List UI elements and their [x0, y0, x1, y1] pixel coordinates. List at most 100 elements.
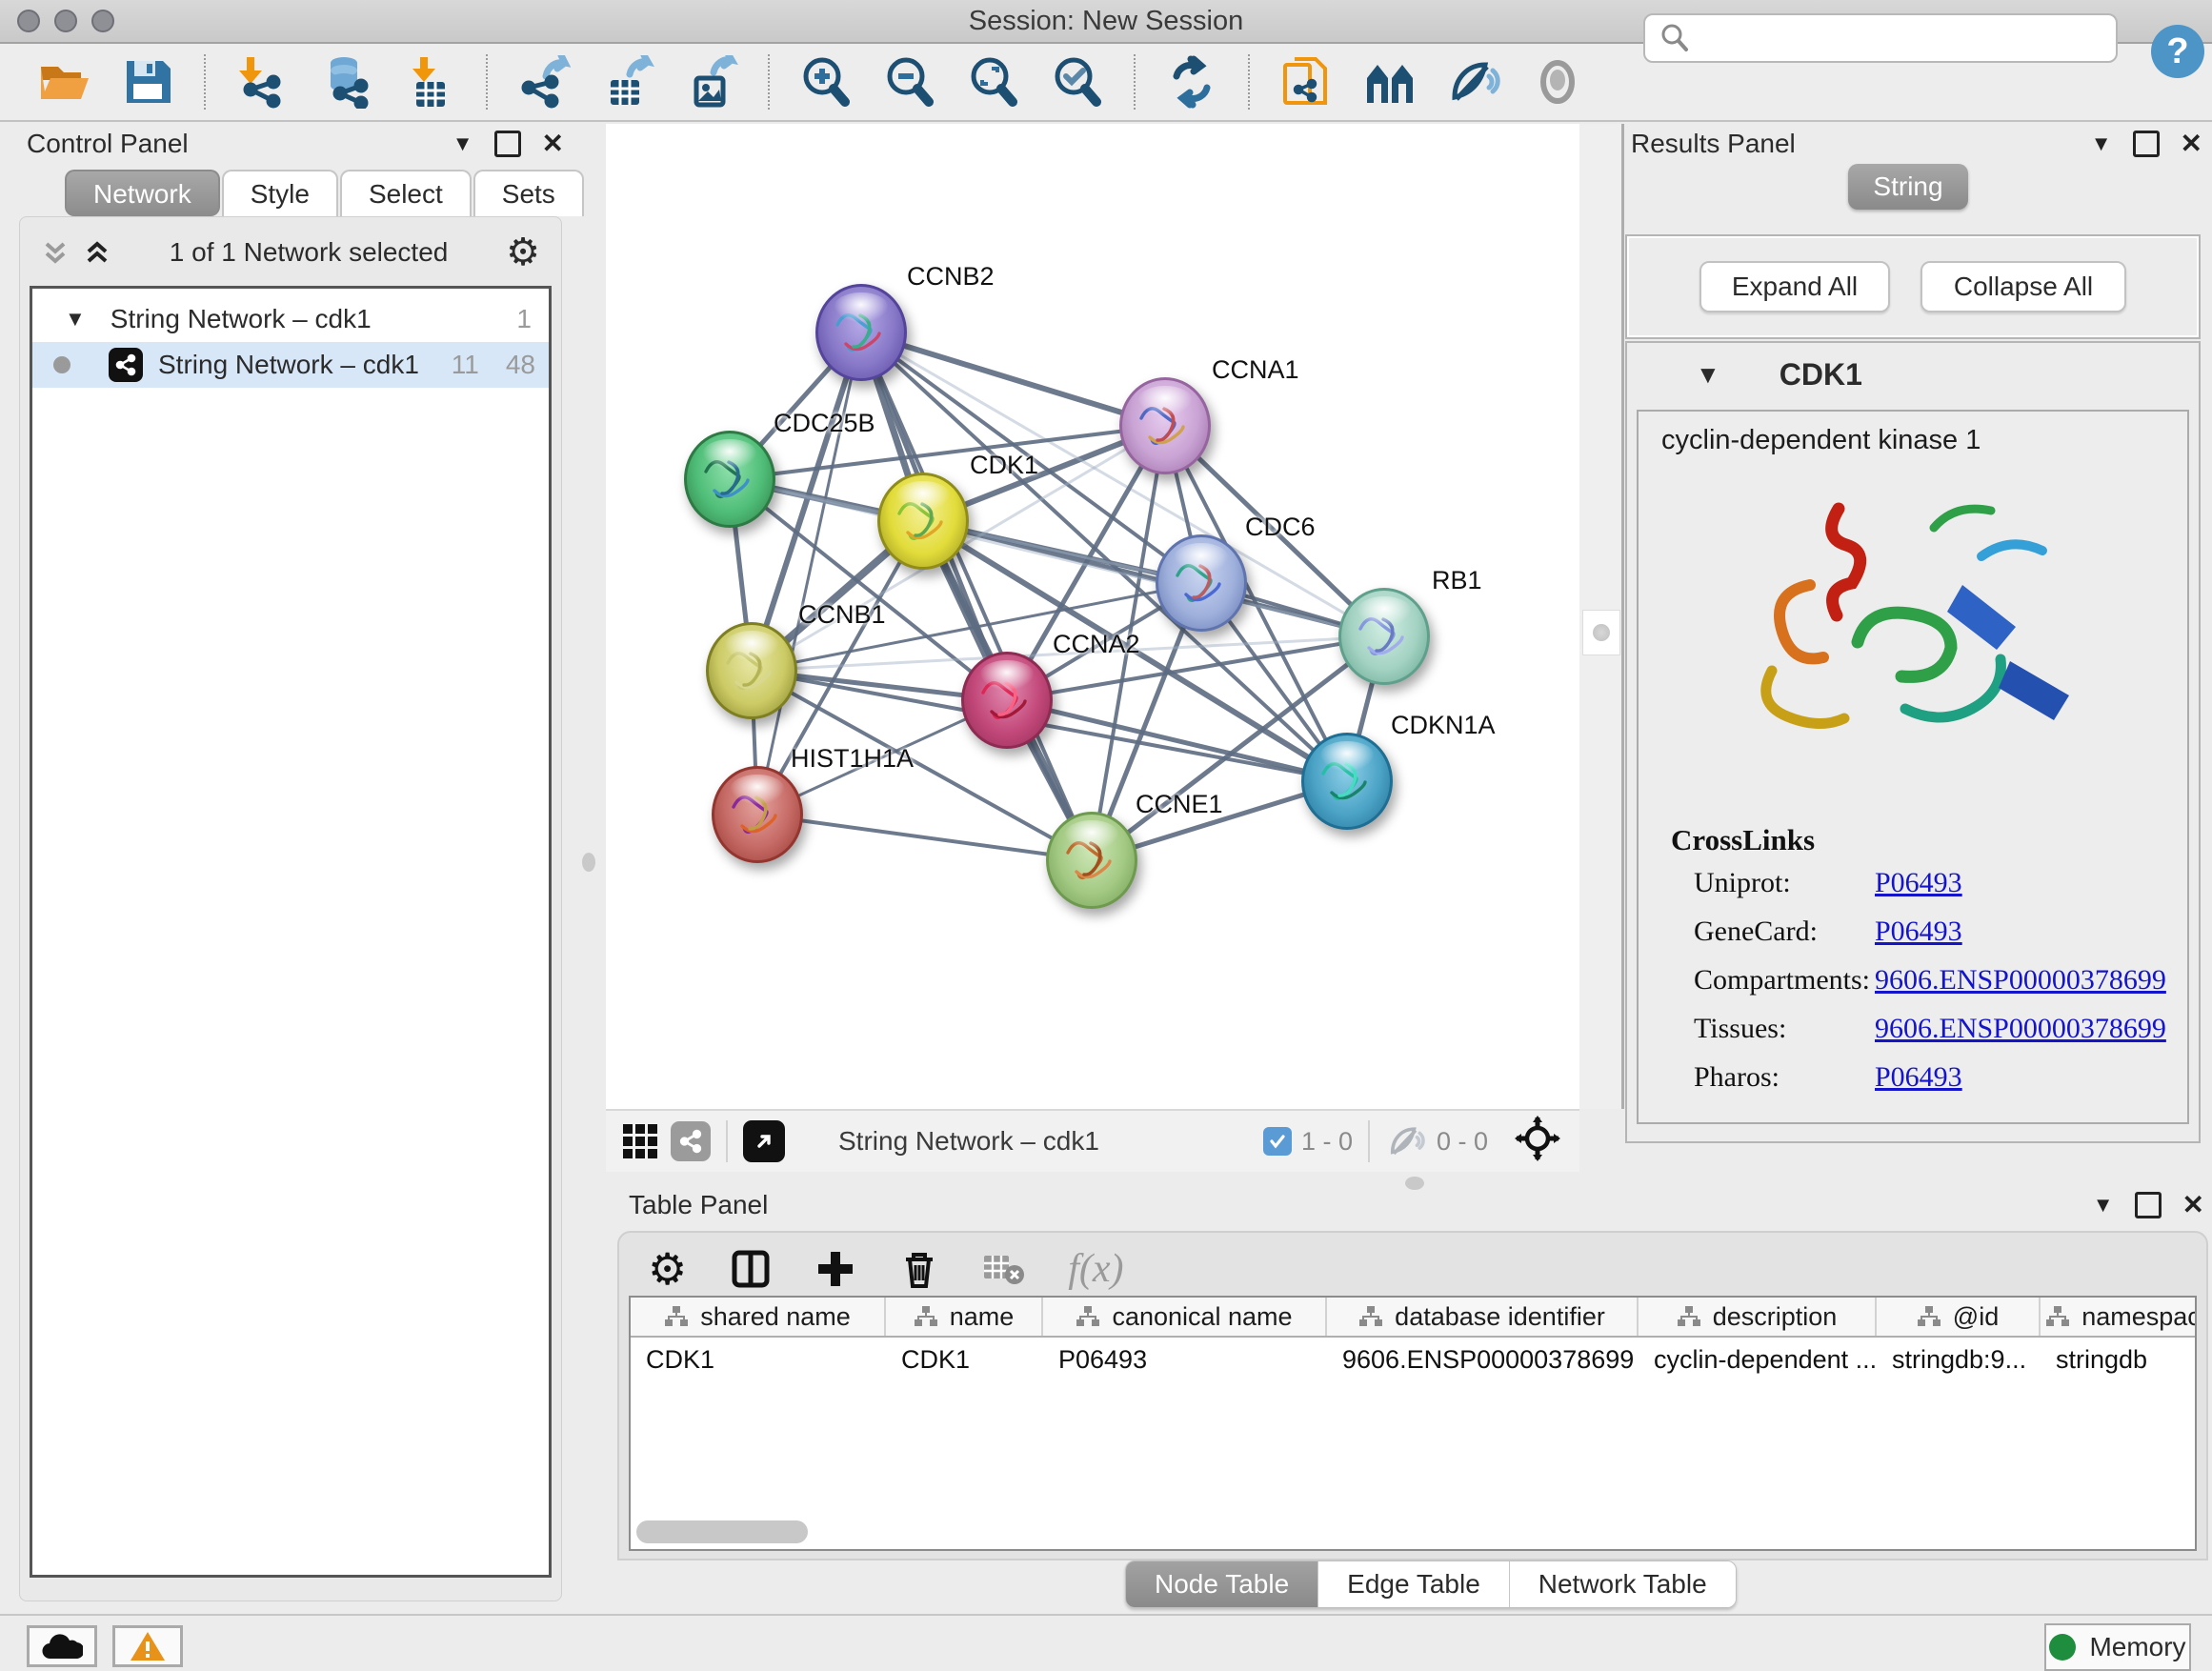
edge-HIST1H1A-CCNE1[interactable] [757, 815, 1092, 860]
node-label-RB1: RB1 [1432, 566, 1482, 595]
tab-select[interactable]: Select [340, 170, 472, 216]
network-options-gear-icon[interactable]: ⚙ [506, 231, 540, 274]
float-panel-icon[interactable]: ▼ [452, 131, 473, 156]
export-table-icon[interactable] [600, 54, 655, 110]
apply-layout-icon[interactable] [1164, 54, 1219, 110]
zoom-in-icon[interactable] [798, 54, 854, 110]
column-header-shared-name[interactable]: shared name [631, 1298, 886, 1336]
grid-mode-icon[interactable] [623, 1124, 657, 1158]
warnings-button[interactable] [112, 1625, 183, 1667]
column-header-name[interactable]: name [886, 1298, 1043, 1336]
network-node-CCNA1[interactable] [1119, 377, 1211, 474]
network-node-CDC25B[interactable] [684, 431, 775, 528]
network-view-canvas[interactable]: CCNB2 CCNA1 CDC25B CDK1 [606, 124, 1579, 1109]
right-splitter-handle[interactable] [1582, 610, 1620, 655]
tab-node-table[interactable]: Node Table [1126, 1561, 1318, 1607]
import-network-file-icon[interactable] [234, 54, 290, 110]
cloud-status-button[interactable] [27, 1625, 97, 1667]
tab-edge-table[interactable]: Edge Table [1318, 1561, 1510, 1607]
memory-button[interactable]: Memory [2044, 1623, 2191, 1671]
help-icon[interactable]: ? [2151, 25, 2204, 78]
zoom-out-icon[interactable] [882, 54, 937, 110]
left-splitter-handle[interactable] [575, 843, 602, 881]
add-column-icon[interactable] [814, 1248, 856, 1290]
network-node-RB1[interactable] [1338, 588, 1430, 685]
close-panel-icon[interactable]: ✕ [2182, 1189, 2204, 1220]
export-network-icon[interactable] [516, 54, 572, 110]
table-cell[interactable]: P06493 [1043, 1338, 1327, 1381]
table-cell[interactable]: CDK1 [886, 1338, 1043, 1381]
zoom-selected-icon[interactable] [1050, 54, 1105, 110]
show-all-icon[interactable] [1530, 54, 1585, 110]
table-cell[interactable]: cyclin-dependent ... [1639, 1338, 1877, 1381]
close-panel-icon[interactable]: ✕ [2181, 128, 2202, 159]
zoom-fit-icon[interactable] [966, 54, 1021, 110]
birdseye-toggle-icon[interactable] [1515, 1116, 1560, 1168]
expand-all-button[interactable]: Expand All [1699, 261, 1890, 312]
network-node-CCNE1[interactable] [1046, 812, 1137, 909]
network-node-CDK1[interactable] [877, 473, 969, 570]
table-row[interactable]: CDK1CDK1P064939606.ENSP00000378699cyclin… [631, 1338, 2195, 1381]
table-options-gear-icon[interactable]: ⚙ [648, 1243, 687, 1295]
birdseye-view-icon[interactable] [1362, 54, 1418, 110]
crosslink-link[interactable]: 9606.ENSP00000378699 [1875, 1013, 2166, 1045]
network-node-CCNA2[interactable] [961, 652, 1053, 749]
gene-section-header[interactable]: ▼ CDK1 [1627, 343, 2199, 406]
column-header-description[interactable]: description [1639, 1298, 1877, 1336]
tab-string[interactable]: String [1848, 164, 1968, 210]
crosslink-link[interactable]: 9606.ENSP00000378699 [1875, 964, 2166, 997]
network-row[interactable]: String Network – cdk1 11 48 [32, 342, 549, 388]
expand-all-networks-icon[interactable] [83, 238, 111, 267]
tab-sets[interactable]: Sets [473, 170, 584, 216]
crosslink-link[interactable]: P06493 [1875, 867, 1962, 899]
network-node-CDC6[interactable] [1156, 534, 1247, 632]
function-builder-icon[interactable]: f(x) [1068, 1246, 1123, 1292]
column-header-namespace[interactable]: namespace [2041, 1298, 2197, 1336]
network-node-HIST1H1A[interactable] [712, 766, 803, 863]
tab-network[interactable]: Network [65, 170, 220, 216]
tab-network-table[interactable]: Network Table [1510, 1561, 1736, 1607]
crosslink-link[interactable]: P06493 [1875, 916, 1962, 948]
network-view-type-icon[interactable] [671, 1121, 711, 1161]
open-session-icon[interactable] [36, 54, 91, 110]
network-node-CDKN1A[interactable] [1301, 733, 1393, 830]
edge-CCNB2-CCNA1[interactable] [861, 332, 1165, 426]
export-image-icon[interactable] [684, 54, 739, 110]
column-header-canonical-name[interactable]: canonical name [1043, 1298, 1327, 1336]
gene-expander-icon[interactable]: ▼ [1696, 360, 1720, 390]
table-cell[interactable]: stringdb:9... [1877, 1338, 2041, 1381]
column-header-database-identifier[interactable]: database identifier [1327, 1298, 1639, 1336]
column-header--id[interactable]: @id [1877, 1298, 2041, 1336]
float-panel-icon[interactable]: ▼ [2093, 1193, 2114, 1218]
detach-view-icon[interactable] [743, 1120, 785, 1162]
crosslink-link[interactable]: P06493 [1875, 1061, 1962, 1094]
delete-column-icon[interactable] [898, 1248, 940, 1290]
delete-table-icon[interactable] [982, 1250, 1026, 1288]
edge-CCNB2-CCNE1[interactable] [861, 332, 1092, 860]
collection-expander-icon[interactable]: ▼ [65, 307, 86, 332]
maximize-panel-icon[interactable] [2133, 131, 2160, 157]
table-cell[interactable]: stringdb [2041, 1338, 2197, 1381]
network-view-toolbar: String Network – cdk1 1 - 0 0 - 0 [606, 1109, 1579, 1172]
selected-nodes-checkbox-icon[interactable] [1263, 1127, 1292, 1156]
search-input[interactable] [1699, 23, 2116, 54]
show-columns-icon[interactable] [729, 1247, 773, 1291]
save-session-icon[interactable] [120, 54, 175, 110]
collapse-all-button[interactable]: Collapse All [1920, 261, 2126, 312]
import-network-database-icon[interactable] [318, 54, 373, 110]
table-cell[interactable]: 9606.ENSP00000378699 [1327, 1338, 1639, 1381]
float-panel-icon[interactable]: ▼ [2091, 131, 2112, 156]
network-node-CCNB2[interactable] [815, 284, 907, 381]
import-table-file-icon[interactable] [402, 54, 457, 110]
collapse-all-networks-icon[interactable] [41, 238, 70, 267]
tab-style[interactable]: Style [222, 170, 338, 216]
annotations-icon[interactable] [1278, 54, 1334, 110]
network-node-CCNB1[interactable] [706, 622, 797, 719]
table-horizontal-scrollbar[interactable] [636, 1520, 808, 1543]
maximize-panel-icon[interactable] [494, 131, 521, 157]
network-collection-row[interactable]: ▼ String Network – cdk1 1 [32, 296, 549, 342]
hide-selected-icon[interactable] [1446, 54, 1501, 110]
table-cell[interactable]: CDK1 [631, 1338, 886, 1381]
maximize-panel-icon[interactable] [2135, 1192, 2162, 1218]
close-panel-icon[interactable]: ✕ [542, 128, 564, 159]
